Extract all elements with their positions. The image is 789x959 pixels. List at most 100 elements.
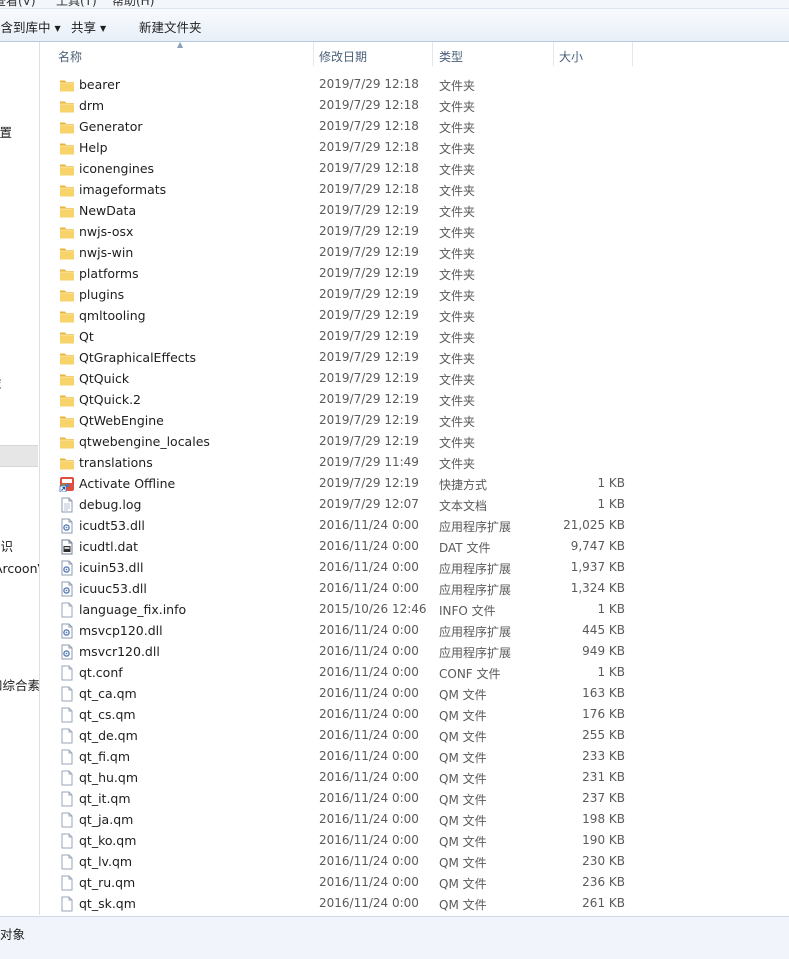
file-row[interactable]: qt.conf 2016/11/24 0:00 CONF 文件 1 KB [40, 662, 789, 683]
file-row[interactable]: qt_ko.qm 2016/11/24 0:00 QM 文件 190 KB [40, 830, 789, 851]
column-divider[interactable] [313, 42, 314, 66]
file-row[interactable]: icuin53.dll 2016/11/24 0:00 应用程序扩展 1,937 KB [40, 557, 789, 578]
nav-item-knowledge[interactable]: 知识 [0, 536, 13, 555]
file-date: 2016/11/24 0:00 [319, 560, 419, 574]
file-row[interactable]: icudt53.dll 2016/11/24 0:00 应用程序扩展 21,025 K… [40, 515, 789, 536]
file-type: QM 文件 [439, 772, 487, 786]
column-divider[interactable] [632, 42, 633, 66]
file-size: 237 KB [582, 791, 625, 805]
file-row[interactable]: qt_ca.qm 2016/11/24 0:00 QM 文件 163 KB [40, 683, 789, 704]
file-row[interactable]: debug.log 2019/7/29 12:07 文本文档 1 KB [40, 494, 789, 515]
file-row[interactable]: icuuc53.dll 2016/11/24 0:00 应用程序扩展 1,324 KB [40, 578, 789, 599]
file-row[interactable]: qtwebengine_locales 2019/7/29 12:19 文件夹 [40, 431, 789, 452]
file-row[interactable]: nwjs-win 2019/7/29 12:19 文件夹 [40, 242, 789, 263]
dll-icon [59, 623, 75, 639]
menu-help[interactable]: 帮助(H) [112, 0, 154, 8]
file-row[interactable]: msvcr120.dll 2016/11/24 0:00 应用程序扩展 949 KB [40, 641, 789, 662]
file-row[interactable]: Qt 2019/7/29 12:19 文件夹 [40, 326, 789, 347]
file-date: 2016/11/24 0:00 [319, 896, 419, 910]
file-type: 文件夹 [439, 121, 476, 135]
menu-view[interactable]: 查看(V) [0, 0, 36, 8]
file-size: 949 KB [582, 644, 625, 658]
file-row[interactable]: qt_it.qm 2016/11/24 0:00 QM 文件 237 KB [40, 788, 789, 809]
file-size: 1 KB [597, 497, 625, 511]
file-type: 快捷方式 [439, 478, 488, 492]
file-size: 236 KB [582, 875, 625, 889]
file-row[interactable]: qt_hu.qm 2016/11/24 0:00 QM 文件 231 KB [40, 767, 789, 788]
file-row[interactable]: drm 2019/7/29 12:18 文件夹 [40, 95, 789, 116]
file-size: 176 KB [582, 707, 625, 721]
file-name: imageformats [79, 182, 167, 197]
file-row[interactable]: translations 2019/7/29 11:49 文件夹 [40, 452, 789, 473]
file-name: qt_ca.qm [79, 686, 137, 701]
file-date: 2019/7/29 11:49 [319, 455, 419, 469]
file-row[interactable]: Activate Offline 2019/7/29 12:19 快捷方式 1 KB [40, 473, 789, 494]
file-row[interactable]: QtQuick 2019/7/29 12:19 文件夹 [40, 368, 789, 389]
file-date: 2015/10/26 12:46 [319, 602, 427, 616]
dat-file-icon [59, 539, 75, 555]
file-row[interactable]: imageformats 2019/7/29 12:18 文件夹 [40, 179, 789, 200]
file-type: 应用程序扩展 [439, 646, 512, 660]
generic-file-icon [59, 686, 75, 702]
file-list-pane[interactable]: ▲ 名称 修改日期 类型 大小 bearer 2019/7/29 12:18 文件夹… [40, 42, 789, 915]
file-type: 文件夹 [439, 394, 476, 408]
file-row[interactable]: qt_lv.qm 2016/11/24 0:00 QM 文件 230 KB [40, 851, 789, 872]
file-row[interactable]: qt_cs.qm 2016/11/24 0:00 QM 文件 176 KB [40, 704, 789, 725]
column-header-size[interactable]: 大小 [559, 48, 583, 65]
generic-file-icon [59, 728, 75, 744]
file-row[interactable]: msvcp120.dll 2016/11/24 0:00 应用程序扩展 445 KB [40, 620, 789, 641]
generic-file-icon [59, 875, 75, 891]
folder-icon [59, 371, 75, 387]
file-row[interactable]: qt_de.qm 2016/11/24 0:00 QM 文件 255 KB [40, 725, 789, 746]
navigation-pane[interactable]: 位置 库 知识 ArcoonV 和综合素 [0, 42, 40, 915]
menu-tools[interactable]: 工具(T) [56, 0, 97, 8]
nav-item-arcoonv[interactable]: ArcoonV [0, 561, 39, 576]
nav-item-library[interactable]: 库 [0, 374, 2, 393]
nav-selected-item[interactable] [0, 445, 38, 467]
file-row[interactable]: icudtl.dat 2016/11/24 0:00 DAT 文件 9,747 KB [40, 536, 789, 557]
column-header-type[interactable]: 类型 [439, 48, 463, 65]
file-row[interactable]: nwjs-osx 2019/7/29 12:19 文件夹 [40, 221, 789, 242]
file-row[interactable]: qt_ru.qm 2016/11/24 0:00 QM 文件 236 KB [40, 872, 789, 893]
file-row[interactable]: Generator 2019/7/29 12:18 文件夹 [40, 116, 789, 137]
file-row[interactable]: qt_sk.qm 2016/11/24 0:00 QM 文件 261 KB [40, 893, 789, 914]
file-row[interactable]: Help 2019/7/29 12:18 文件夹 [40, 137, 789, 158]
file-size: 255 KB [582, 728, 625, 742]
nav-item-comprehensive[interactable]: 和综合素 [0, 675, 39, 694]
file-name: translations [79, 455, 153, 470]
file-type: QM 文件 [439, 793, 487, 807]
file-name: nwjs-win [79, 245, 134, 260]
folder-icon [59, 350, 75, 366]
folder-icon [59, 161, 75, 177]
file-row[interactable]: bearer 2019/7/29 12:18 文件夹 [40, 74, 789, 95]
file-row[interactable]: qt_ja.qm 2016/11/24 0:00 QM 文件 198 KB [40, 809, 789, 830]
file-row[interactable]: QtQuick.2 2019/7/29 12:19 文件夹 [40, 389, 789, 410]
file-row[interactable]: QtGraphicalEffects 2019/7/29 12:19 文件夹 [40, 347, 789, 368]
column-divider[interactable] [553, 42, 554, 66]
file-date: 2019/7/29 12:18 [319, 161, 419, 175]
file-row[interactable]: QtWebEngine 2019/7/29 12:19 文件夹 [40, 410, 789, 431]
share-button[interactable]: 共享 ▼ [71, 17, 106, 36]
include-in-library-button[interactable]: 包含到库中▼ [0, 17, 61, 36]
file-row[interactable]: iconengines 2019/7/29 12:18 文件夹 [40, 158, 789, 179]
nav-item-location[interactable]: 位置 [0, 122, 12, 141]
file-name: nwjs-osx [79, 224, 134, 239]
file-row[interactable]: qmltooling 2019/7/29 12:19 文件夹 [40, 305, 789, 326]
file-row[interactable]: platforms 2019/7/29 12:19 文件夹 [40, 263, 789, 284]
file-name: icudtl.dat [79, 539, 139, 554]
file-row[interactable]: language_fix.info 2015/10/26 12:46 INFO 文件… [40, 599, 789, 620]
generic-file-icon [59, 854, 75, 870]
new-folder-button[interactable]: 新建文件夹 [139, 17, 202, 36]
shortcut-icon [59, 476, 75, 493]
column-header-date[interactable]: 修改日期 [319, 48, 367, 65]
column-divider[interactable] [432, 42, 433, 66]
file-date: 2019/7/29 12:19 [319, 329, 419, 343]
file-row[interactable]: plugins 2019/7/29 12:19 文件夹 [40, 284, 789, 305]
generic-file-icon [59, 833, 75, 849]
column-header-name[interactable]: 名称 [58, 48, 82, 65]
file-type: 应用程序扩展 [439, 562, 512, 576]
file-name: QtGraphicalEffects [79, 350, 197, 365]
file-row[interactable]: NewData 2019/7/29 12:19 文件夹 [40, 200, 789, 221]
file-size: 230 KB [582, 854, 625, 868]
file-row[interactable]: qt_fi.qm 2016/11/24 0:00 QM 文件 233 KB [40, 746, 789, 767]
